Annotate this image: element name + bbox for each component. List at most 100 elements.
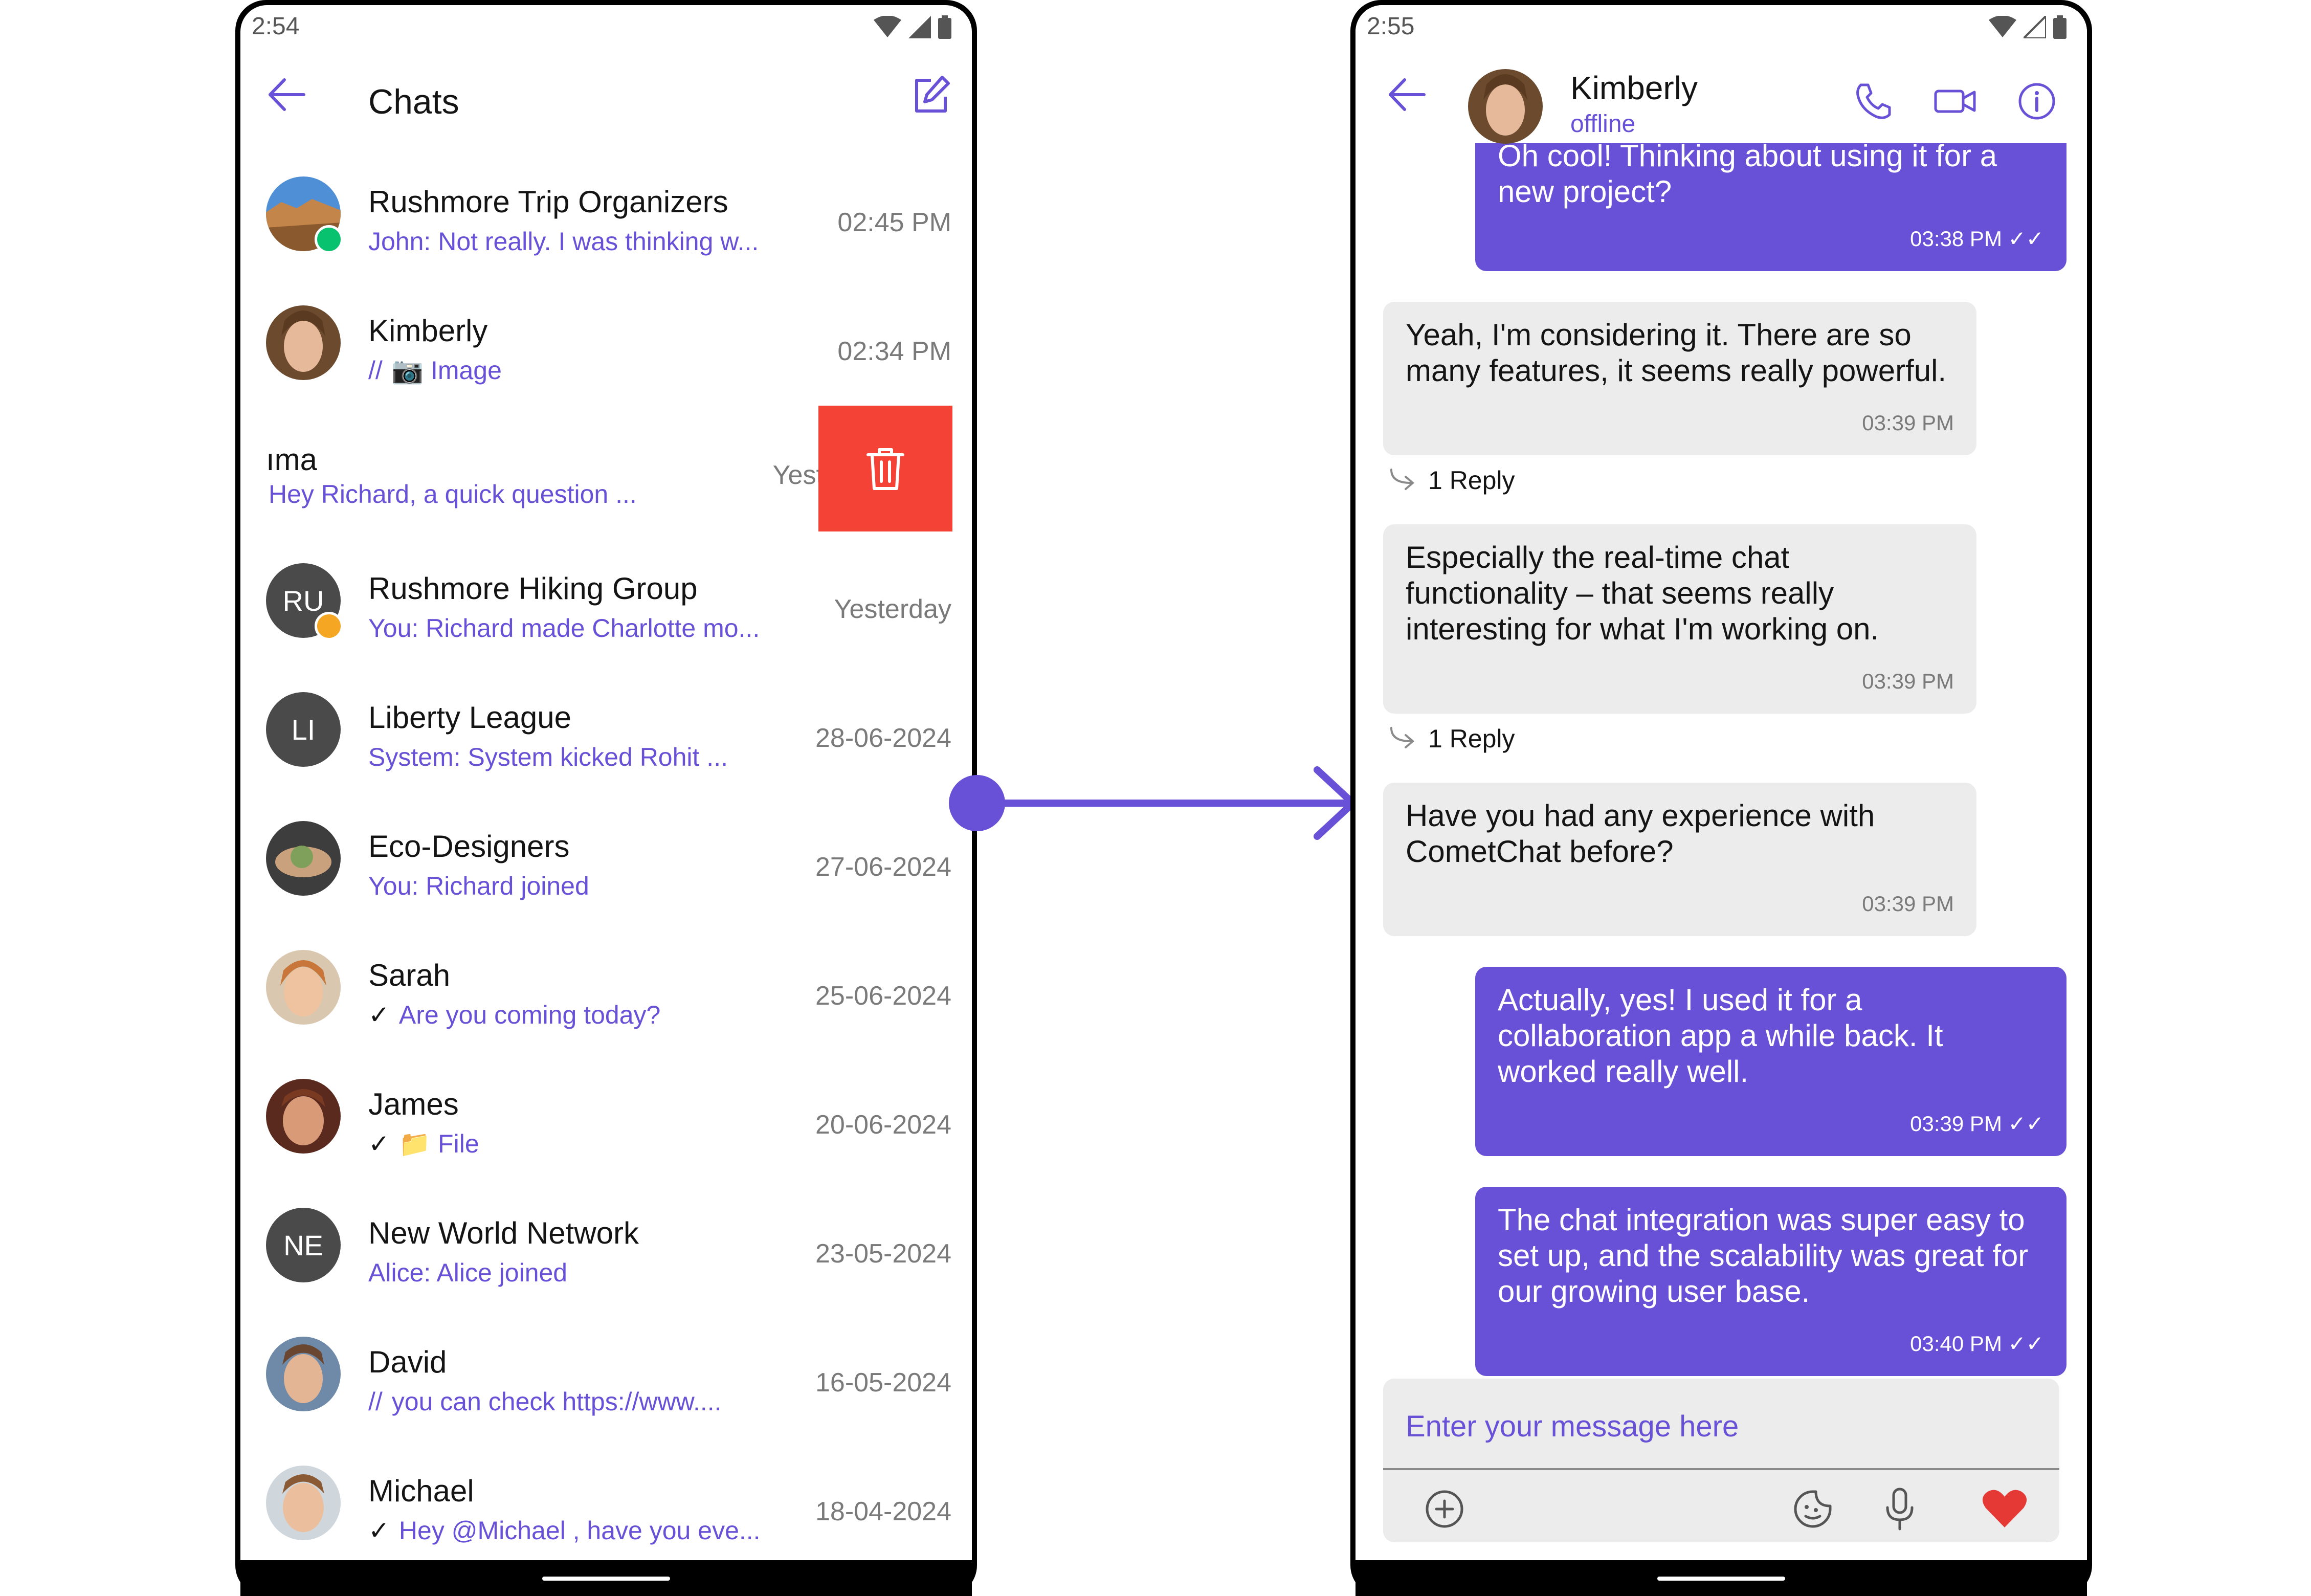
status-icons — [1989, 15, 2066, 39]
home-indicator[interactable] — [1657, 1577, 1785, 1581]
navigation-bar — [1356, 1560, 2087, 1596]
back-arrow-icon[interactable] — [1386, 77, 1427, 113]
composer-divider — [1383, 1468, 2059, 1470]
battery-icon — [938, 15, 951, 39]
add-attachment-icon[interactable] — [1424, 1489, 1465, 1529]
conversation-name: Eco-Designers — [368, 829, 570, 863]
wifi-icon — [1989, 16, 2016, 37]
message-bubble-outgoing[interactable]: Actually, yes! I used it for a collabora… — [1475, 967, 2066, 1156]
conversation-time: 18-04-2024 — [815, 1497, 951, 1526]
thread-replies[interactable]: 1 Reply — [1388, 724, 1515, 753]
contact-status: offline — [1570, 110, 1636, 138]
conversation-name: Rushmore Trip Organizers — [368, 185, 728, 219]
conversation-preview: //📷 Image — [368, 356, 502, 385]
page-title: Chats — [368, 82, 459, 121]
conversation-time: 25-06-2024 — [815, 981, 951, 1011]
conversation-time: 16-05-2024 — [815, 1368, 951, 1398]
conversation-name: ıma — [266, 442, 318, 477]
message-composer: Enter your message here — [1383, 1379, 2059, 1542]
conversation-preview: ✓ Hey @Michael , have you eve... — [368, 1516, 761, 1545]
navigation-bar — [240, 1560, 972, 1596]
message-bubble-outgoing[interactable]: The chat integration was super easy to s… — [1475, 1187, 2066, 1376]
conversation-time: 02:45 PM — [837, 208, 951, 237]
conversation-name: Liberty League — [368, 700, 571, 735]
avatar — [266, 305, 341, 380]
read-receipt-icon: // — [368, 356, 383, 385]
message-bubble-incoming[interactable]: Have you had any experience with CometCh… — [1383, 783, 1976, 936]
conversation-item[interactable]: Kimberly //📷 Image 02:34 PM — [240, 290, 972, 419]
conversation-preview: ✓ 📁 File — [368, 1129, 479, 1158]
conversation-item[interactable]: Sarah ✓ Are you coming today? 25-06-2024 — [240, 935, 972, 1063]
avatar — [266, 1337, 341, 1411]
message-time: 03:39 PM — [1862, 669, 1954, 693]
conversation-preview: //you can check https://www.... — [368, 1387, 722, 1416]
heart-icon[interactable] — [1982, 1489, 2028, 1529]
sent-receipt-icon: ✓ — [368, 1516, 390, 1545]
back-arrow-icon[interactable] — [266, 77, 307, 113]
lock-badge — [315, 612, 343, 640]
conversation-item[interactable]: Eco-Designers You: Richard joined 27-06-… — [240, 806, 972, 935]
avatar — [266, 821, 341, 896]
wifi-icon — [874, 16, 901, 37]
reply-arrow-icon — [1390, 727, 1415, 748]
chats-header: Chats — [240, 56, 972, 138]
read-receipt-icon: ✓✓ — [2008, 227, 2044, 251]
conversation-screen: 2:55 Kimberly offline Oh cool! Thinking … — [1356, 5, 2087, 1591]
sticker-icon[interactable] — [1792, 1489, 1833, 1529]
conversation-preview: ✓ Are you coming today? — [368, 1001, 661, 1029]
phone-icon[interactable] — [1854, 82, 1893, 121]
message-text: The chat integration was super easy to s… — [1498, 1203, 2029, 1309]
read-receipt-icon: ✓✓ — [2008, 1112, 2044, 1136]
microphone-icon[interactable] — [1884, 1487, 1915, 1531]
sent-receipt-icon: ✓ — [368, 1001, 390, 1029]
video-call-icon[interactable] — [1934, 86, 1976, 117]
online-badge — [315, 225, 343, 254]
message-time: 03:39 PM — [1862, 892, 1954, 916]
message-text: Actually, yes! I used it for a collabora… — [1498, 983, 1943, 1089]
conversation-item[interactable]: David //you can check https://www.... 16… — [240, 1321, 972, 1450]
header-actions — [1854, 82, 2056, 121]
conversation-item[interactable]: LI Liberty League System: System kicked … — [240, 677, 972, 806]
conversation-preview: System: System kicked Rohit ... — [368, 743, 728, 771]
status-time: 2:55 — [1367, 13, 1415, 40]
message-input[interactable]: Enter your message here — [1406, 1409, 1739, 1444]
battery-icon — [2053, 15, 2066, 39]
avatar[interactable] — [1468, 69, 1543, 144]
message-text: Oh cool! Thinking about using it for a n… — [1498, 139, 1997, 209]
message-bubble-incoming[interactable]: Yeah, I'm considering it. There are so m… — [1383, 302, 1976, 455]
compose-icon[interactable] — [910, 74, 951, 115]
message-bubble-incoming[interactable]: Especially the real-time chat functional… — [1383, 524, 1976, 714]
thread-replies[interactable]: 1 Reply — [1388, 465, 1515, 495]
message-time: 03:38 PM ✓✓ — [1910, 227, 2044, 251]
signal-icon — [908, 16, 931, 38]
message-time: 03:39 PM ✓✓ — [1910, 1112, 2044, 1136]
conversation-name: New World Network — [368, 1216, 639, 1250]
conversation-name: James — [368, 1087, 459, 1121]
read-receipt-icon: // — [368, 1387, 383, 1416]
message-time: 03:40 PM ✓✓ — [1910, 1332, 2044, 1356]
conversation-item-swiped[interactable]: ıma Hey Richard, a quick question ... Ye… — [240, 419, 890, 548]
reply-arrow-icon — [1390, 469, 1415, 490]
conversation-time: 20-06-2024 — [815, 1110, 951, 1140]
status-time: 2:54 — [252, 13, 300, 40]
navigation-arrow — [949, 766, 1357, 840]
avatar: LI — [266, 692, 341, 767]
conversation-item[interactable]: RU Rushmore Hiking Group You: Richard ma… — [240, 548, 972, 677]
message-text: Yeah, I'm considering it. There are so m… — [1406, 318, 1947, 388]
message-text: Have you had any experience with CometCh… — [1406, 799, 1875, 869]
read-receipt-icon: ✓✓ — [2008, 1332, 2044, 1356]
home-indicator[interactable] — [542, 1577, 670, 1581]
avatar — [266, 1466, 341, 1540]
conversation-preview: Alice: Alice joined — [368, 1258, 568, 1287]
delete-button[interactable] — [818, 406, 952, 531]
conversation-item[interactable]: James ✓ 📁 File 20-06-2024 — [240, 1063, 972, 1192]
conversation-item[interactable]: Rushmore Trip Organizers John: Not reall… — [240, 161, 972, 290]
status-bar: 2:54 — [240, 5, 972, 46]
conversation-item[interactable]: NE New World Network Alice: Alice joined… — [240, 1192, 972, 1321]
conversation-time: Yesterday — [834, 594, 951, 624]
info-icon[interactable] — [2017, 82, 2056, 121]
conversation-name: Rushmore Hiking Group — [368, 571, 698, 606]
left-phone: 2:54 Chats Rushmore Trip Organizers John… — [235, 0, 977, 1596]
sent-receipt-icon: ✓ — [368, 1129, 390, 1158]
conversation-name: Kimberly — [368, 314, 488, 348]
